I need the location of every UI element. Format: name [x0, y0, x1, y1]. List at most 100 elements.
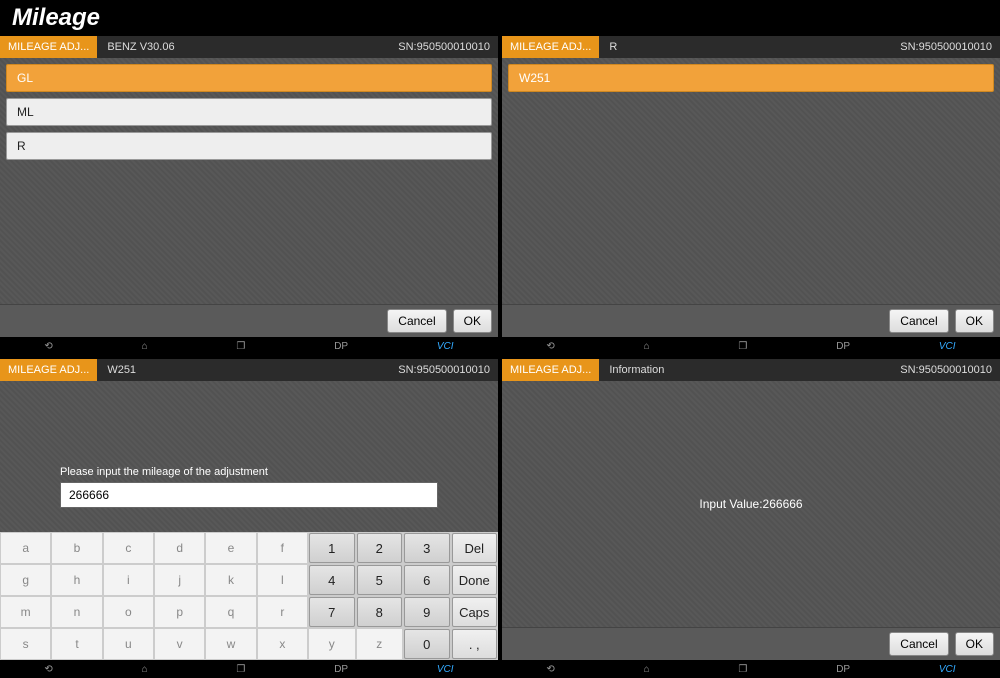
recents-icon[interactable]: ❐	[236, 341, 245, 352]
key-1[interactable]: 1	[309, 533, 355, 563]
key-3[interactable]: 3	[404, 533, 450, 563]
topbar: MILEAGE ADJ... W251 SN:950500010010	[0, 359, 498, 381]
key-k[interactable]: k	[205, 564, 256, 596]
dp-label[interactable]: DP	[334, 341, 348, 352]
content-area: Please input the mileage of the adjustme…	[0, 381, 498, 532]
keyboard-alpha: a b c d e f g h i j k l m n o p q r s t	[0, 532, 308, 660]
key-y[interactable]: y	[308, 628, 356, 660]
key-v[interactable]: v	[154, 628, 205, 660]
key-8[interactable]: 8	[357, 597, 403, 627]
bottom-bar: Cancel OK	[502, 627, 1000, 660]
key-del[interactable]: Del	[452, 533, 498, 563]
key-m[interactable]: m	[0, 596, 51, 628]
key-d[interactable]: d	[154, 532, 205, 564]
keyboard: a b c d e f g h i j k l m n o p q r s t	[0, 532, 498, 660]
app-tab[interactable]: MILEAGE ADJ...	[0, 36, 97, 58]
key-p[interactable]: p	[154, 596, 205, 628]
key-o[interactable]: o	[103, 596, 154, 628]
back-icon[interactable]: ⟲	[44, 664, 52, 675]
recents-icon[interactable]: ❐	[738, 664, 747, 675]
screens-grid: MILEAGE ADJ... BENZ V30.06 SN:9505000100…	[0, 36, 1000, 678]
topbar: MILEAGE ADJ... Information SN:9505000100…	[502, 359, 1000, 381]
vci-label[interactable]: VCI	[939, 341, 956, 352]
content-area: W251	[502, 58, 1000, 304]
key-0[interactable]: 0	[404, 629, 450, 659]
recents-icon[interactable]: ❐	[738, 341, 747, 352]
model-row-ml[interactable]: ML	[6, 98, 492, 126]
model-row-gl[interactable]: GL	[6, 64, 492, 92]
page-title: Mileage	[0, 0, 1000, 36]
info-message: Input Value:266666	[699, 497, 802, 511]
key-n[interactable]: n	[51, 596, 102, 628]
key-b[interactable]: b	[51, 532, 102, 564]
content-area: Input Value:266666	[502, 381, 1000, 627]
key-z[interactable]: z	[356, 628, 404, 660]
key-done[interactable]: Done	[452, 565, 498, 595]
key-c[interactable]: c	[103, 532, 154, 564]
dp-label[interactable]: DP	[836, 341, 850, 352]
ok-button[interactable]: OK	[955, 309, 994, 333]
home-icon[interactable]: ⌂	[644, 341, 650, 352]
back-icon[interactable]: ⟲	[546, 341, 554, 352]
key-2[interactable]: 2	[357, 533, 403, 563]
vci-label[interactable]: VCI	[939, 664, 956, 675]
submodel-row-w251[interactable]: W251	[508, 64, 994, 92]
key-g[interactable]: g	[0, 564, 51, 596]
key-u[interactable]: u	[103, 628, 154, 660]
key-4[interactable]: 4	[309, 565, 355, 595]
key-e[interactable]: e	[205, 532, 256, 564]
serial-number: SN:950500010010	[398, 41, 498, 53]
key-9[interactable]: 9	[404, 597, 450, 627]
android-navbar: ⟲ ⌂ ❐ DP VCI	[0, 660, 498, 678]
key-q[interactable]: q	[205, 596, 256, 628]
ok-button[interactable]: OK	[955, 632, 994, 656]
dp-label[interactable]: DP	[334, 664, 348, 675]
key-r[interactable]: r	[257, 596, 308, 628]
vci-label[interactable]: VCI	[437, 664, 454, 675]
key-f[interactable]: f	[257, 532, 308, 564]
back-icon[interactable]: ⟲	[546, 664, 554, 675]
key-5[interactable]: 5	[357, 565, 403, 595]
mileage-input[interactable]	[60, 482, 438, 508]
key-i[interactable]: i	[103, 564, 154, 596]
key-h[interactable]: h	[51, 564, 102, 596]
android-navbar: ⟲ ⌂ ❐ DP VCI	[502, 660, 1000, 678]
key-j[interactable]: j	[154, 564, 205, 596]
home-icon[interactable]: ⌂	[644, 664, 650, 675]
back-icon[interactable]: ⟲	[44, 341, 52, 352]
key-caps[interactable]: Caps	[452, 597, 498, 627]
home-icon[interactable]: ⌂	[142, 664, 148, 675]
content-area: GL ML R	[0, 58, 498, 304]
cancel-button[interactable]: Cancel	[387, 309, 446, 333]
key-s[interactable]: s	[0, 628, 51, 660]
app-tab[interactable]: MILEAGE ADJ...	[502, 359, 599, 381]
breadcrumb: R	[599, 41, 627, 53]
key-x[interactable]: x	[257, 628, 308, 660]
breadcrumb: W251	[97, 364, 146, 376]
bottom-bar: Cancel OK	[502, 304, 1000, 337]
key-punct[interactable]: . ,	[452, 629, 498, 659]
screen-model-list: MILEAGE ADJ... BENZ V30.06 SN:9505000100…	[0, 36, 498, 355]
app-tab[interactable]: MILEAGE ADJ...	[502, 36, 599, 58]
vci-label[interactable]: VCI	[437, 341, 454, 352]
model-row-r[interactable]: R	[6, 132, 492, 160]
serial-number: SN:950500010010	[900, 364, 1000, 376]
key-w[interactable]: w	[205, 628, 256, 660]
key-a[interactable]: a	[0, 532, 51, 564]
dp-label[interactable]: DP	[836, 664, 850, 675]
prompt-label: Please input the mileage of the adjustme…	[60, 466, 438, 478]
android-navbar: ⟲ ⌂ ❐ DP VCI	[0, 337, 498, 355]
cancel-button[interactable]: Cancel	[889, 632, 948, 656]
key-6[interactable]: 6	[404, 565, 450, 595]
ok-button[interactable]: OK	[453, 309, 492, 333]
cancel-button[interactable]: Cancel	[889, 309, 948, 333]
key-l[interactable]: l	[257, 564, 308, 596]
home-icon[interactable]: ⌂	[142, 341, 148, 352]
recents-icon[interactable]: ❐	[236, 664, 245, 675]
keyboard-numeric: 1 2 3 Del 4 5 6 Done 7 8 9 Caps y z 0 . …	[308, 532, 498, 660]
app-tab[interactable]: MILEAGE ADJ...	[0, 359, 97, 381]
breadcrumb: Information	[599, 364, 674, 376]
key-7[interactable]: 7	[309, 597, 355, 627]
key-t[interactable]: t	[51, 628, 102, 660]
topbar: MILEAGE ADJ... R SN:950500010010	[502, 36, 1000, 58]
